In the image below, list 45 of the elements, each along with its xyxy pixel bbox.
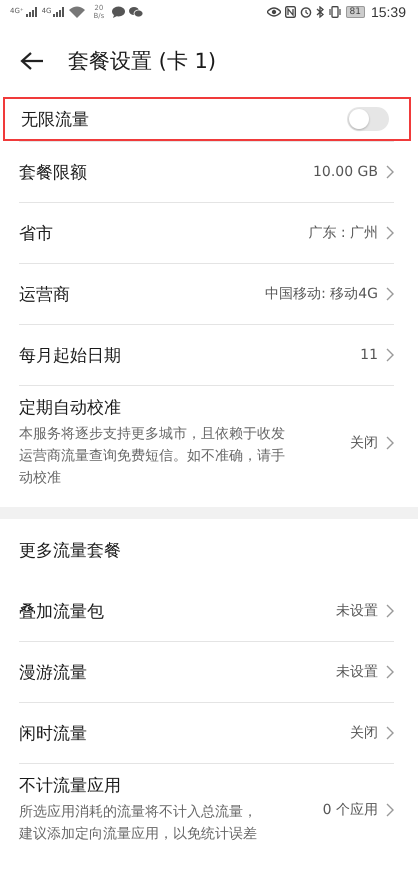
setting-value: 关闭 xyxy=(350,434,378,452)
setting-label: 省市 xyxy=(19,222,54,244)
setting-value: 未设置 xyxy=(336,663,378,681)
setting-label: 无限流量 xyxy=(21,108,90,130)
setting-label: 漫游流量 xyxy=(19,662,88,684)
chevron-icon[interactable] xyxy=(386,802,394,816)
chevron-icon[interactable] xyxy=(386,665,394,679)
setting-description: 所选应用消耗的流量将不计入总流量，建议添加定向流量应用，以免统计误差 xyxy=(19,803,258,844)
chevron-icon[interactable] xyxy=(386,287,394,301)
nfc-icon xyxy=(284,6,296,18)
eye-icon xyxy=(266,7,280,17)
setting-value: 中国移动: 移动4G xyxy=(265,285,378,303)
setting-label: 每月起始日期 xyxy=(19,344,122,366)
setting-value: 0 个应用 xyxy=(322,800,378,818)
setting-value: 未设置 xyxy=(336,602,378,620)
setting-label: 不计流量应用 xyxy=(19,775,122,797)
battery-icon: 81 xyxy=(346,6,365,18)
chevron-icon[interactable] xyxy=(386,604,394,618)
alarm-icon xyxy=(300,6,312,18)
setting-description: 本服务将逐步支持更多城市，且依赖于收发运营商流量查询免费短信。如不准确，请手动校准 xyxy=(19,425,286,488)
page-title: 套餐设置 (卡 1) xyxy=(68,48,216,74)
chevron-icon[interactable] xyxy=(386,436,394,450)
section-title: 更多流量套餐 xyxy=(19,540,122,562)
chevron-icon[interactable] xyxy=(386,226,394,240)
signal-icon xyxy=(53,7,66,17)
wifi-icon xyxy=(69,6,86,18)
chevron-icon[interactable] xyxy=(386,348,394,362)
clock: 15:39 xyxy=(370,4,406,20)
setting-label: 套餐限额 xyxy=(19,162,88,184)
vibrate-icon xyxy=(328,6,342,18)
setting-label: 定期自动校准 xyxy=(19,397,122,419)
chevron-icon[interactable] xyxy=(386,165,394,179)
setting-value: 11 xyxy=(360,347,378,363)
signal-icon xyxy=(26,7,38,17)
setting-label: 闲时流量 xyxy=(19,722,88,744)
setting-value: 10.00 GB xyxy=(313,164,378,180)
toggle-switch[interactable] xyxy=(347,107,389,131)
bluetooth-icon xyxy=(316,6,324,18)
back-icon[interactable] xyxy=(20,50,44,70)
setting-label: 运营商 xyxy=(19,284,71,306)
setting-value: 广东 : 广州 xyxy=(308,224,378,242)
chat-bubble-icon xyxy=(112,6,126,18)
setting-label: 叠加流量包 xyxy=(19,600,105,622)
setting-value: 关闭 xyxy=(350,724,378,742)
chevron-icon[interactable] xyxy=(386,726,394,740)
